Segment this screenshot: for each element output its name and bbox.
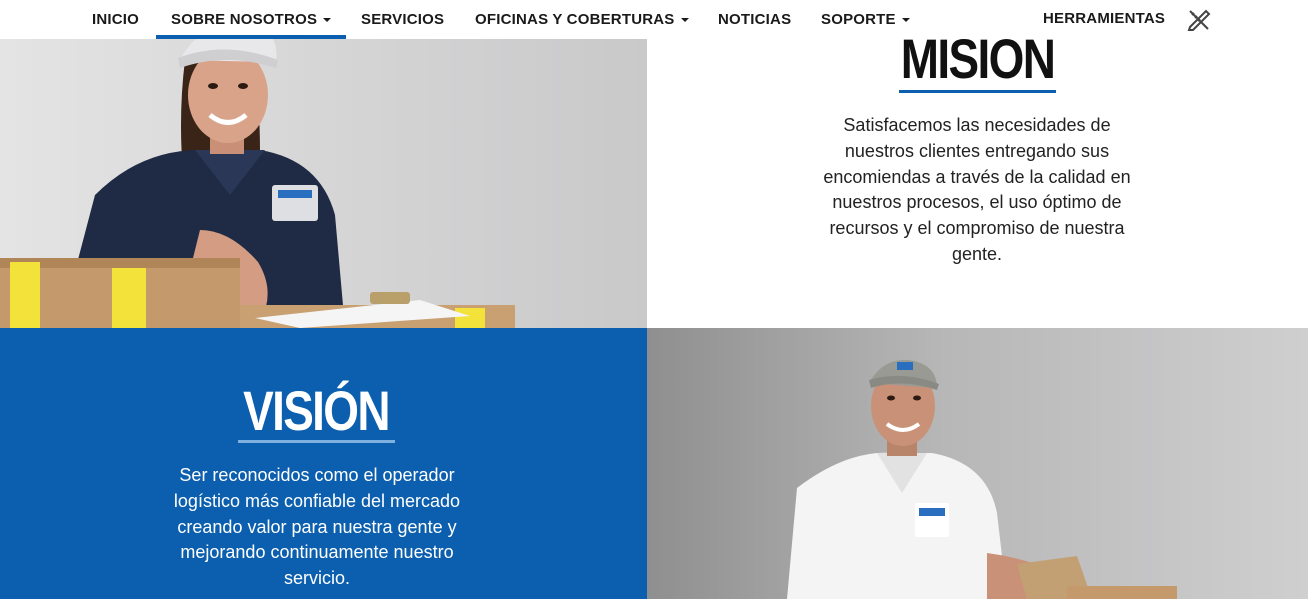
nav-item-noticias[interactable]: NOTICIAS — [718, 0, 791, 39]
vision-title-underline — [238, 440, 395, 443]
vision-title: VISIÓN — [243, 379, 390, 442]
nav-item-sobre-nosotros[interactable]: SOBRE NOSOTROS — [171, 0, 332, 39]
nav-item-herramientas[interactable]: HERRAMIENTAS — [1043, 0, 1165, 38]
courier-man-illustration — [787, 359, 1177, 599]
vision-text: Ser reconocidos como el operador logísti… — [173, 465, 461, 589]
caret-down-icon — [323, 18, 332, 23]
nav-item-label: INICIO — [92, 11, 140, 28]
mission-section: MISIÓN Satisfacemos las necesidades de n… — [647, 0, 1308, 328]
courier-man-photo — [647, 328, 1308, 599]
courier-woman-photo — [0, 0, 647, 328]
mission-title-underline — [899, 90, 1056, 93]
nav-item-label: HERRAMIENTAS — [1043, 10, 1166, 27]
main-navigation: INICIO SOBRE NOSOTROS SERVICIOS OFICINAS… — [0, 0, 1308, 39]
courier-woman-illustration — [0, 24, 515, 328]
vision-section: VISIÓN Ser reconocidos como el operador … — [0, 328, 647, 599]
caret-down-icon — [901, 18, 910, 23]
nav-active-indicator — [156, 35, 346, 39]
nav-item-servicios[interactable]: SERVICIOS — [361, 0, 444, 39]
pencil-ruler-icon[interactable] — [1186, 7, 1212, 33]
nav-item-oficinas-y-coberturas[interactable]: OFICINAS Y COBERTURAS — [475, 0, 689, 39]
nav-item-label: SERVICIOS — [361, 11, 445, 28]
nav-item-label: OFICINAS Y COBERTURAS — [475, 11, 675, 28]
caret-down-icon — [680, 18, 689, 23]
nav-item-label: NOTICIAS — [718, 11, 792, 28]
nav-item-soporte[interactable]: SOPORTE — [821, 0, 910, 39]
nav-item-label: SOBRE NOSOTROS — [171, 11, 318, 28]
mission-text: Satisfacemos las necesidades de nuestros… — [823, 115, 1131, 264]
nav-item-inicio[interactable]: INICIO — [92, 0, 139, 39]
nav-item-label: SOPORTE — [821, 11, 896, 28]
